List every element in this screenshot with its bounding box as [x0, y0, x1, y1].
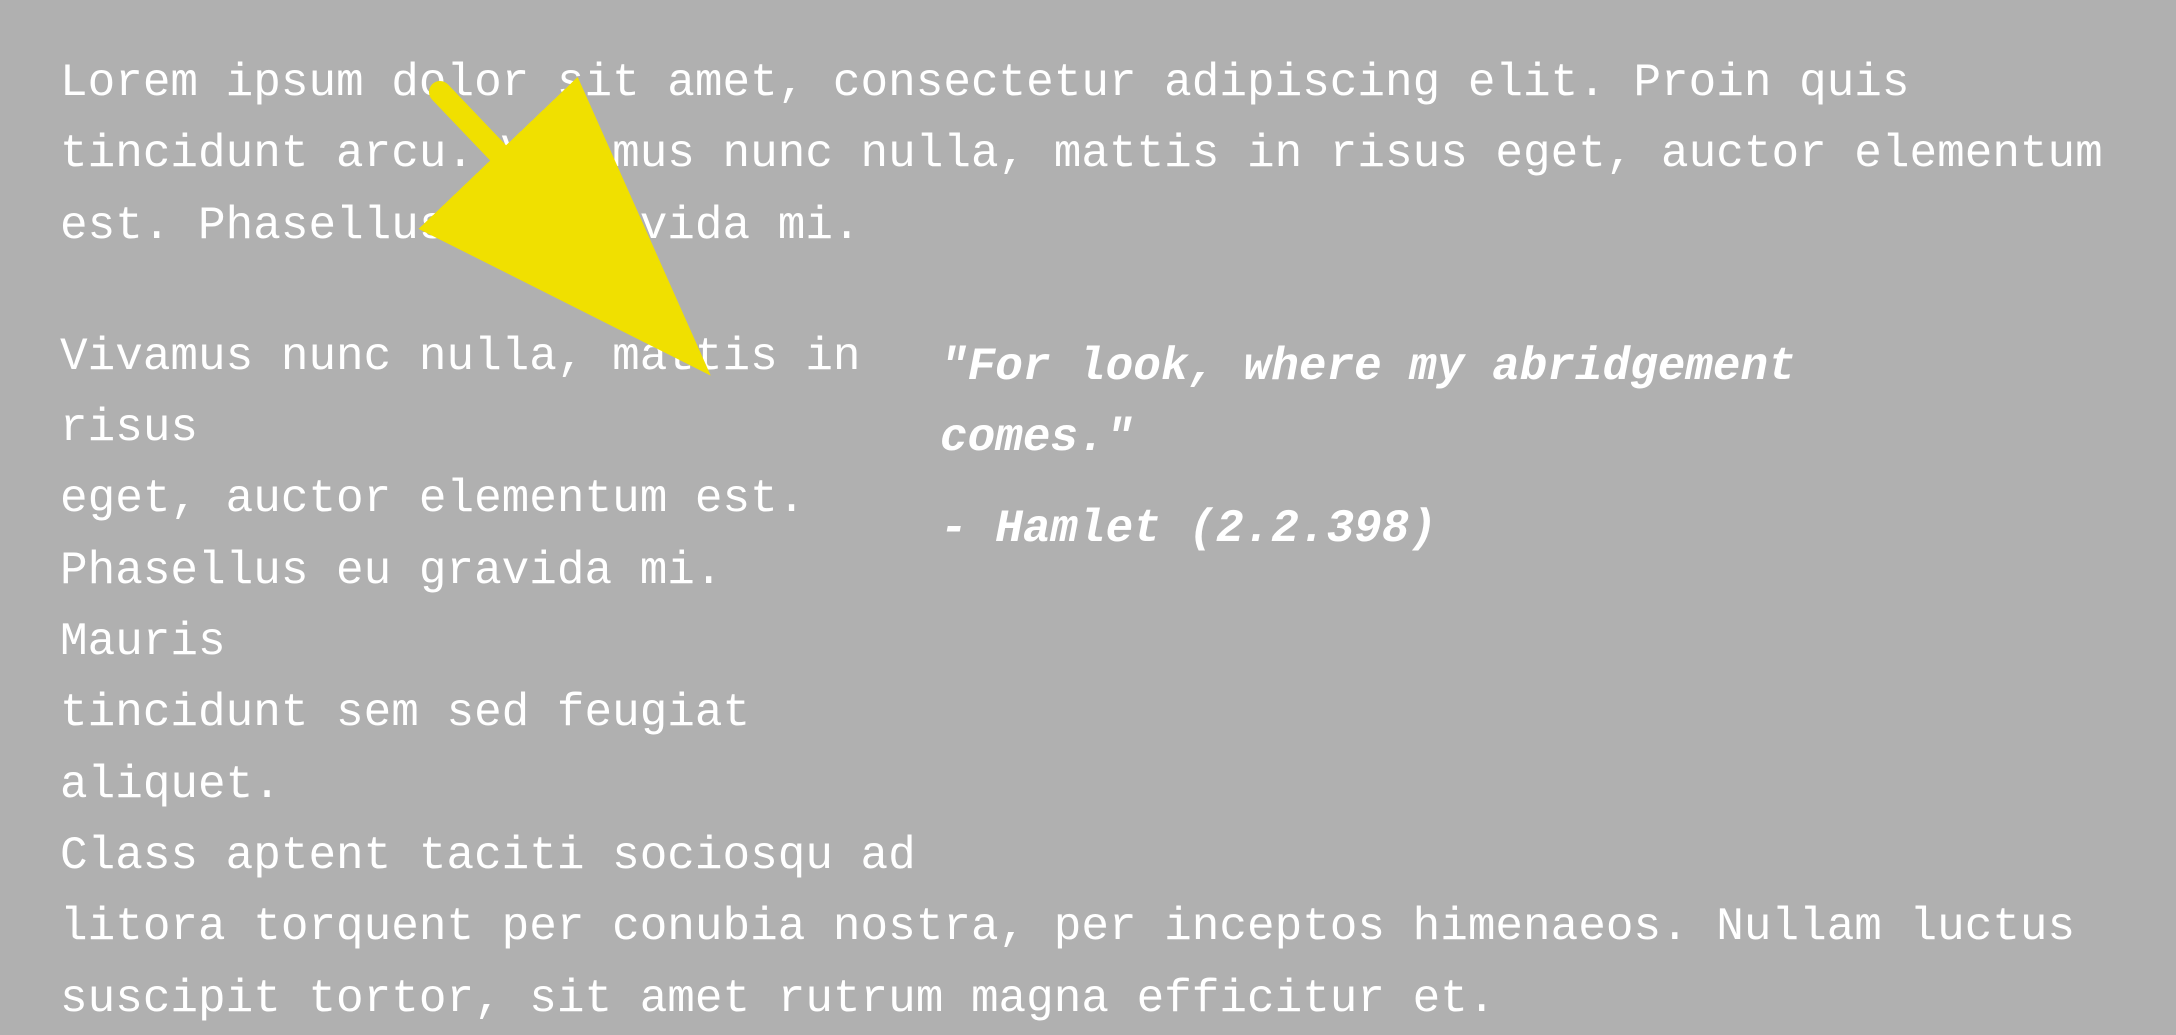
left-line4: tincidunt sem sed feugiat aliquet. [60, 687, 750, 810]
bottom-full-paragraph: Class aptent taciti sociosqu ad litora t… [60, 821, 2116, 1035]
top-paragraph: Lorem ipsum dolor sit amet, consectetur … [60, 48, 2116, 262]
bottom-full-text: Class aptent taciti sociosqu ad litora t… [60, 821, 2116, 1035]
left-line1: Vivamus nunc nulla, mattis in risus [60, 331, 861, 454]
content-area: Lorem ipsum dolor sit amet, consectetur … [0, 0, 2176, 816]
quote-attribution: - Hamlet (2.2.398) [940, 494, 2116, 565]
left-paragraph: Vivamus nunc nulla, mattis in risus eget… [60, 322, 880, 821]
left-line3: Phasellus eu gravida mi. Mauris [60, 545, 723, 668]
quote-text: "For look, where my abridgement comes." [940, 332, 2116, 475]
bottom-section: Vivamus nunc nulla, mattis in risus eget… [60, 322, 2116, 821]
left-column: Vivamus nunc nulla, mattis in risus eget… [60, 322, 880, 821]
right-column: "For look, where my abridgement comes." … [880, 322, 2116, 821]
left-line2: eget, auctor elementum est. [60, 473, 805, 525]
